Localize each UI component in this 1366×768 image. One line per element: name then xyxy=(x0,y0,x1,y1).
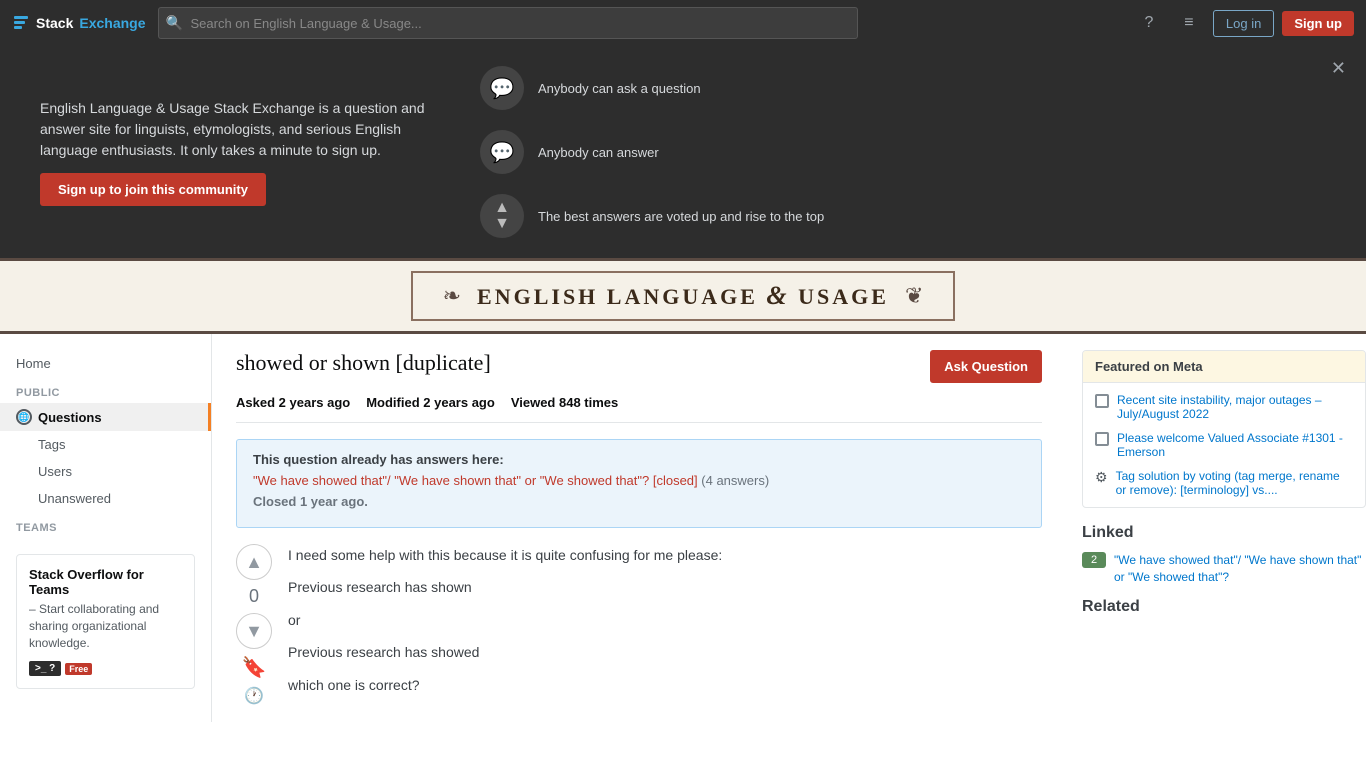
linked-score-1: 2 xyxy=(1082,552,1106,568)
site-title: ENGLISH LANGUAGE & USAGE xyxy=(477,281,889,311)
search-input[interactable] xyxy=(158,7,858,39)
teams-preview: >_ ? Free xyxy=(29,661,182,676)
sidebar-teams-label: TEAMS xyxy=(0,512,211,538)
unanswered-label: Unanswered xyxy=(38,491,111,506)
search-bar: 🔍 xyxy=(158,7,858,39)
bookmark-button[interactable]: 🔖 xyxy=(242,655,267,680)
sidebar-public-label: PUBLIC xyxy=(0,377,211,403)
question-title: showed or shown [duplicate] xyxy=(236,350,491,376)
duplicate-answers: (4 answers) xyxy=(701,473,769,488)
featured-meta-header: Featured on Meta xyxy=(1083,351,1365,383)
free-badge: Free xyxy=(65,663,92,675)
asked-meta: Asked 2 years ago xyxy=(236,395,350,410)
inbox-icon-button[interactable]: ≡ xyxy=(1173,7,1205,39)
help-icon-button[interactable]: ? xyxy=(1133,7,1165,39)
duplicate-link[interactable]: "We have showed that"/ "We have shown th… xyxy=(253,473,698,488)
question-line1: I need some help with this because it is… xyxy=(288,544,1042,566)
site-logo[interactable]: Stack Exchange xyxy=(12,14,146,32)
logo-stack: Stack xyxy=(36,15,73,31)
ask-icon: 💬 xyxy=(480,66,524,110)
vote-column: ▲ 0 ▼ 🔖 🕐 xyxy=(236,544,272,706)
answer-icon: 💬 xyxy=(480,130,524,174)
home-label: Home xyxy=(16,356,51,371)
sidebar-item-tags[interactable]: Tags xyxy=(0,431,211,458)
vote-down-button[interactable]: ▼ xyxy=(236,613,272,649)
meta-link-3[interactable]: Tag solution by voting (tag merge, renam… xyxy=(1116,469,1353,497)
main-layout: Home PUBLIC 🌐 Questions Tags Users Unans… xyxy=(0,334,1366,722)
duplicate-title: This question already has answers here: xyxy=(253,452,1025,467)
topbar: Stack Exchange 🔍 ? ≡ Log in Sign up xyxy=(0,0,1366,46)
teams-box: Stack Overflow for Teams – Start collabo… xyxy=(16,554,195,689)
linked-item-1: 2 "We have showed that"/ "We have shown … xyxy=(1082,552,1366,586)
join-community-button[interactable]: Sign up to join this community xyxy=(40,173,266,206)
logo-exchange: Exchange xyxy=(79,15,145,31)
hero-text: English Language & Usage Stack Exchange … xyxy=(40,98,440,206)
feature-answer-label: Anybody can answer xyxy=(538,145,659,160)
sidebar-item-questions[interactable]: 🌐 Questions xyxy=(0,403,211,431)
question-body: ▲ 0 ▼ 🔖 🕐 I need some help with this bec… xyxy=(236,544,1042,706)
question-header: showed or shown [duplicate] Ask Question xyxy=(236,350,1042,383)
question-line3: or xyxy=(288,609,1042,631)
ask-question-button[interactable]: Ask Question xyxy=(930,350,1042,383)
signup-button[interactable]: Sign up xyxy=(1282,11,1354,36)
meta-link-2[interactable]: Please welcome Valued Associate #1301 - … xyxy=(1117,431,1353,459)
logo-icon xyxy=(12,14,30,32)
question-text: I need some help with this because it is… xyxy=(288,544,1042,706)
sidebar-item-home[interactable]: Home xyxy=(0,350,211,377)
teams-title: Stack Overflow for Teams xyxy=(29,567,182,597)
question-meta: Asked 2 years ago Modified 2 years ago V… xyxy=(236,395,1042,423)
meta-icon-2 xyxy=(1095,432,1109,446)
site-header: ❧ ENGLISH LANGUAGE & USAGE ❦ xyxy=(0,258,1366,334)
vote-up-button[interactable]: ▲ xyxy=(236,544,272,580)
question-line2: Previous research has shown xyxy=(288,576,1042,598)
login-button[interactable]: Log in xyxy=(1213,10,1274,37)
question-line4: Previous research has showed xyxy=(288,641,1042,663)
hero-description: English Language & Usage Stack Exchange … xyxy=(40,98,440,161)
linked-section-title: Linked xyxy=(1082,524,1366,542)
linked-link-1[interactable]: "We have showed that"/ "We have shown th… xyxy=(1114,552,1366,586)
teams-desc: – Start collaborating and sharing organi… xyxy=(29,601,182,651)
meta-special-icon: ⚙ xyxy=(1095,469,1108,486)
featured-meta-body: Recent site instability, major outages –… xyxy=(1083,383,1365,507)
featured-meta-widget: Featured on Meta Recent site instability… xyxy=(1082,350,1366,508)
globe-icon: 🌐 xyxy=(16,409,32,425)
teams-badge: >_ ? xyxy=(29,661,61,676)
question-line5: which one is correct? xyxy=(288,674,1042,696)
duplicate-notice: This question already has answers here: … xyxy=(236,439,1042,528)
feature-vote-label: The best answers are voted up and rise t… xyxy=(538,209,824,224)
meta-icon-1 xyxy=(1095,394,1109,408)
vote-icon: ▲ ▼ xyxy=(480,194,524,238)
users-label: Users xyxy=(38,464,72,479)
viewed-meta: Viewed 848 times xyxy=(511,395,618,410)
fleur-left-icon: ❧ xyxy=(443,283,461,309)
search-icon: 🔍 xyxy=(166,15,183,32)
feature-answer: 💬 Anybody can answer xyxy=(480,130,824,174)
vote-count: 0 xyxy=(249,586,259,607)
feature-ask-label: Anybody can ask a question xyxy=(538,81,701,96)
topbar-right: ? ≡ Log in Sign up xyxy=(1133,7,1354,39)
hero-close-button[interactable]: ✕ xyxy=(1331,58,1346,79)
right-sidebar: Featured on Meta Recent site instability… xyxy=(1066,334,1366,722)
sidebar: Home PUBLIC 🌐 Questions Tags Users Unans… xyxy=(0,334,212,722)
modified-meta: Modified 2 years ago xyxy=(366,395,495,410)
hero-banner: ✕ English Language & Usage Stack Exchang… xyxy=(0,46,1366,258)
sidebar-item-unanswered[interactable]: Unanswered xyxy=(0,485,211,512)
history-button[interactable]: 🕐 xyxy=(244,686,264,706)
related-section-title: Related xyxy=(1082,598,1366,616)
hero-features: 💬 Anybody can ask a question 💬 Anybody c… xyxy=(480,66,824,238)
closed-notice: Closed 1 year ago. xyxy=(253,494,1025,509)
feature-vote: ▲ ▼ The best answers are voted up and ri… xyxy=(480,194,824,238)
fleur-right-icon: ❦ xyxy=(905,283,923,309)
meta-link-1[interactable]: Recent site instability, major outages –… xyxy=(1117,393,1353,421)
meta-item-3: ⚙ Tag solution by voting (tag merge, ren… xyxy=(1095,469,1353,497)
meta-item-1: Recent site instability, major outages –… xyxy=(1095,393,1353,421)
site-title-box: ❧ ENGLISH LANGUAGE & USAGE ❦ xyxy=(411,271,956,321)
meta-item-2: Please welcome Valued Associate #1301 - … xyxy=(1095,431,1353,459)
tags-label: Tags xyxy=(38,437,65,452)
sidebar-item-users[interactable]: Users xyxy=(0,458,211,485)
feature-ask: 💬 Anybody can ask a question xyxy=(480,66,824,110)
questions-label: Questions xyxy=(38,410,102,425)
main-content: showed or shown [duplicate] Ask Question… xyxy=(212,334,1066,722)
